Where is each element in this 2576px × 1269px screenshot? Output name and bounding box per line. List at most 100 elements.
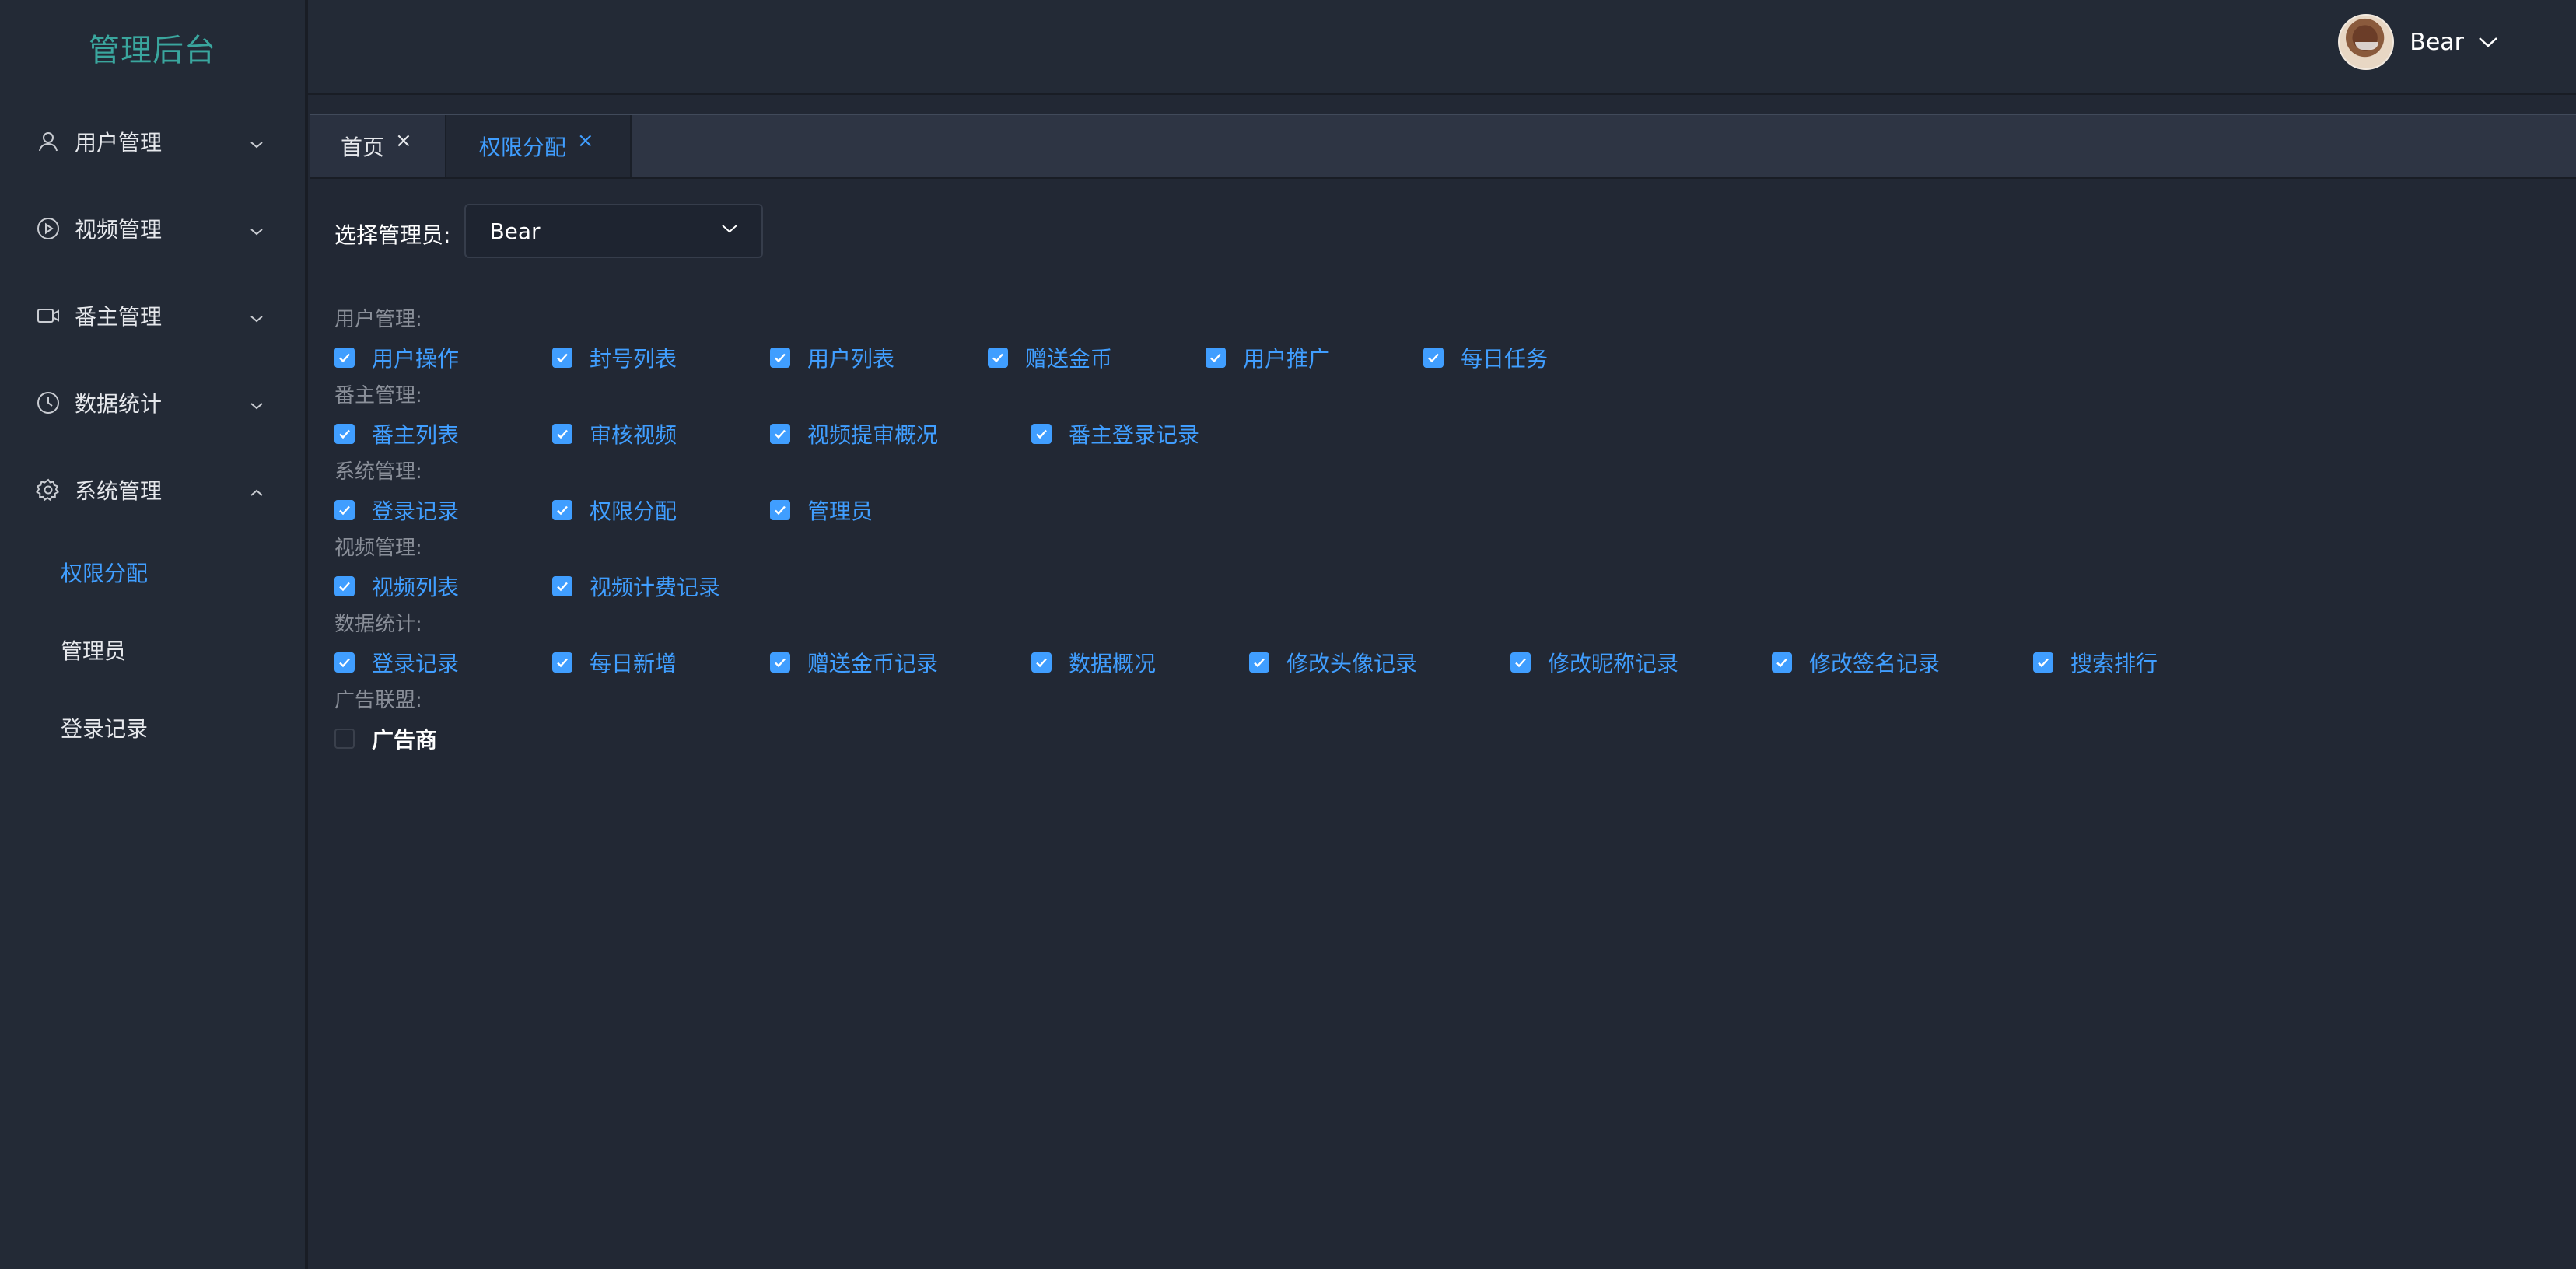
play-circle-icon <box>36 216 61 241</box>
permission-label: 审核视频 <box>590 422 677 448</box>
sidebar-subitem-admin[interactable]: 管理员 <box>0 611 305 689</box>
sidebar-item-label: 系统管理 <box>75 478 163 504</box>
checkbox-checked-icon <box>1249 652 1269 673</box>
admin-select[interactable]: Bear <box>464 204 764 258</box>
permission-label: 每日任务 <box>1461 346 1549 372</box>
permission-checkbox[interactable]: 封号列表 <box>552 342 677 373</box>
sidebar-item-streamer-management[interactable]: 番主管理 <box>0 272 305 359</box>
top-header: Bear <box>308 0 2576 95</box>
checkbox-checked-icon <box>552 652 572 673</box>
permission-checkbox[interactable]: 登录记录 <box>334 495 459 526</box>
permission-checkbox[interactable]: 用户推广 <box>1206 342 1330 373</box>
permission-checkbox[interactable]: 赠送金币记录 <box>770 647 938 678</box>
permission-checkbox[interactable]: 管理员 <box>770 495 873 526</box>
permission-label: 修改头像记录 <box>1286 651 1418 676</box>
tab-permission[interactable]: 权限分配 × <box>446 115 632 177</box>
tab-home[interactable]: 首页 × <box>310 115 446 177</box>
permission-checkbox[interactable]: 修改头像记录 <box>1249 647 1417 678</box>
tab-bar: 首页 × 权限分配 × <box>310 114 2576 179</box>
permission-checkbox[interactable]: 视频列表 <box>334 571 459 602</box>
permission-row: 番主列表 审核视频 视频提审概况 番主登录记录 <box>334 411 2576 457</box>
permission-label: 广告商 <box>372 727 438 753</box>
checkbox-checked-icon <box>1031 652 1052 673</box>
sidebar-item-video-management[interactable]: 视频管理 <box>0 185 305 272</box>
permission-row: 登录记录 权限分配 管理员 <box>334 487 2576 533</box>
avatar <box>2338 14 2395 70</box>
permission-checkbox[interactable]: 赠送金币 <box>988 342 1112 373</box>
permission-checkbox[interactable]: 用户列表 <box>770 342 894 373</box>
permission-groups: 用户管理: 用户操作 封号列表 用户列表 赠送金币 用户推广 每日任务 番主管理: 番主列表 审核… <box>334 305 2576 762</box>
clock-icon <box>36 390 61 415</box>
permission-checkbox[interactable]: 视频计费记录 <box>552 571 720 602</box>
admin-select-value: Bear <box>489 218 541 244</box>
main-content: 选择管理员: Bear 用户管理: 用户操作 封号列表 用户列表 赠送金币 用户推广 每日任… <box>334 204 2576 762</box>
permission-label: 登录记录 <box>372 651 460 676</box>
checkbox-checked-icon <box>334 424 355 444</box>
tab-label: 首页 <box>341 135 385 160</box>
permission-checkbox[interactable]: 修改签名记录 <box>1772 647 1940 678</box>
permission-checkbox[interactable]: 番主列表 <box>334 418 459 449</box>
permission-label: 封号列表 <box>590 346 677 372</box>
sidebar-item-system-management[interactable]: 系统管理 <box>0 446 305 533</box>
close-icon[interactable]: × <box>395 129 412 152</box>
sidebar-item-label: 用户管理 <box>75 130 163 156</box>
checkbox-checked-icon <box>770 500 790 520</box>
permission-checkbox[interactable]: 登录记录 <box>334 647 459 678</box>
permission-row: 用户操作 封号列表 用户列表 赠送金币 用户推广 每日任务 <box>334 334 2576 381</box>
permission-label: 番主列表 <box>372 422 460 448</box>
app-logo: 管理后台 <box>89 33 216 68</box>
checkbox-checked-icon <box>334 348 355 368</box>
permission-label: 视频计费记录 <box>590 575 721 600</box>
permission-label: 番主登录记录 <box>1069 422 1200 448</box>
checkbox-empty-icon <box>334 729 355 749</box>
permission-label: 视频提审概况 <box>807 422 939 448</box>
permission-checkbox[interactable]: 用户操作 <box>334 342 459 373</box>
permission-group-title: 广告联盟: <box>334 689 422 712</box>
permission-checkbox[interactable]: 数据概况 <box>1031 647 1156 678</box>
sidebar-subitem-login-log[interactable]: 登录记录 <box>0 689 305 767</box>
user-menu[interactable]: Bear <box>2338 14 2500 70</box>
user-name: Bear <box>2410 28 2464 56</box>
permission-checkbox[interactable]: 广告商 <box>334 723 437 754</box>
checkbox-checked-icon <box>2033 652 2053 673</box>
permission-label: 赠送金币 <box>1025 346 1113 372</box>
permission-checkbox[interactable]: 每日任务 <box>1423 342 1548 373</box>
permission-label: 视频列表 <box>372 575 460 600</box>
checkbox-checked-icon <box>770 348 790 368</box>
permission-checkbox[interactable]: 审核视频 <box>552 418 677 449</box>
chevron-down-icon <box>249 306 264 323</box>
permission-group-title: 番主管理: <box>334 384 422 407</box>
permission-label: 管理员 <box>807 498 873 524</box>
video-camera-icon <box>36 303 61 328</box>
permission-label: 修改签名记录 <box>1809 651 1941 676</box>
permission-checkbox[interactable]: 视频提审概况 <box>770 418 938 449</box>
sidebar: 管理后台 用户管理 视频管理 番主管理 数据统计 系统管理 权限分配 管理员 登… <box>0 0 308 1269</box>
permission-group-title: 系统管理: <box>334 460 422 484</box>
permission-label: 权限分配 <box>590 498 677 524</box>
permission-label: 用户推广 <box>1243 346 1331 372</box>
permission-checkbox[interactable]: 搜索排行 <box>2033 647 2158 678</box>
close-icon[interactable]: × <box>577 129 594 152</box>
permission-checkbox[interactable]: 修改昵称记录 <box>1510 647 1678 678</box>
gear-icon <box>36 477 61 502</box>
permission-label: 修改昵称记录 <box>1548 651 1679 676</box>
checkbox-checked-icon <box>552 348 572 368</box>
permission-row: 视频列表 视频计费记录 <box>334 563 2576 610</box>
admin-select-label: 选择管理员: <box>334 222 451 248</box>
user-icon <box>36 129 61 154</box>
chevron-down-icon <box>719 218 740 244</box>
sidebar-subitem-permission[interactable]: 权限分配 <box>0 533 305 611</box>
checkbox-checked-icon <box>334 576 355 596</box>
sidebar-item-user-management[interactable]: 用户管理 <box>0 98 305 185</box>
checkbox-checked-icon <box>552 500 572 520</box>
permission-label: 赠送金币记录 <box>807 651 939 676</box>
chevron-up-icon <box>249 481 264 496</box>
checkbox-checked-icon <box>988 348 1008 368</box>
tab-label: 权限分配 <box>478 135 566 160</box>
permission-checkbox[interactable]: 番主登录记录 <box>1031 418 1199 449</box>
permission-checkbox[interactable]: 每日新增 <box>552 647 677 678</box>
checkbox-checked-icon <box>334 652 355 673</box>
sidebar-item-label: 数据统计 <box>75 391 163 417</box>
sidebar-item-data-statistics[interactable]: 数据统计 <box>0 359 305 446</box>
permission-checkbox[interactable]: 权限分配 <box>552 495 677 526</box>
